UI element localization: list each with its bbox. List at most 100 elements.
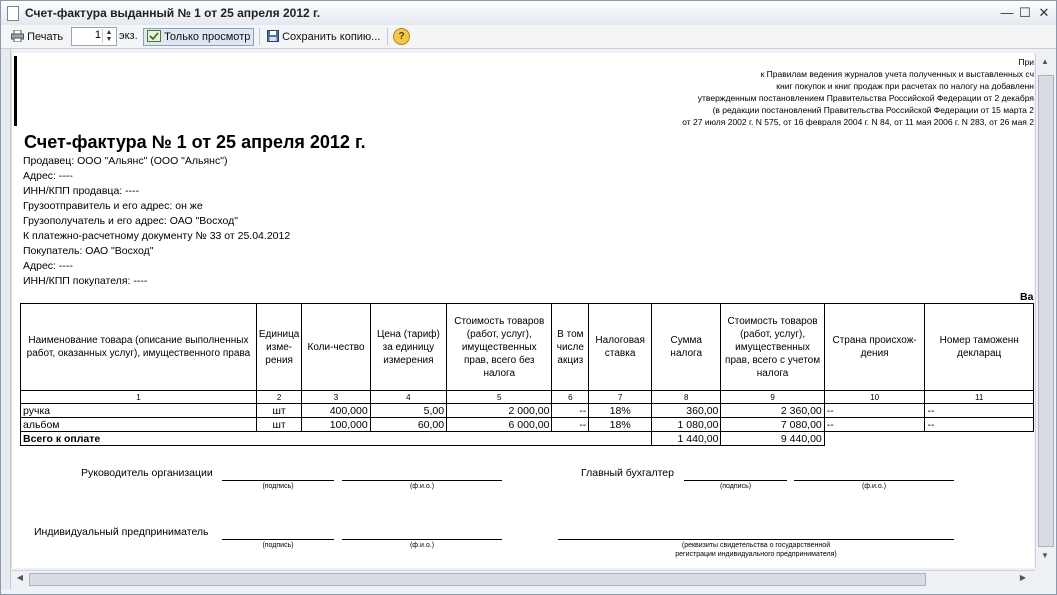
item-tax-rate: 18% [588, 417, 653, 432]
page-marker [14, 56, 17, 126]
column-header: Наименование товара (описание выполненны… [20, 303, 257, 391]
column-header: Налоговая ставка [588, 303, 653, 391]
scroll-right-icon[interactable]: ▶ [1017, 573, 1029, 585]
signature-line [222, 480, 334, 481]
item-quantity: 100,000 [301, 417, 371, 432]
column-number: 11 [924, 390, 1034, 404]
item-unit: шт [255, 403, 303, 418]
item-unit: шт [255, 417, 303, 432]
item-quantity: 400,000 [301, 403, 371, 418]
toolbar-divider [259, 28, 260, 45]
item-tax-rate: 18% [588, 403, 653, 418]
minimize-button[interactable]: — [999, 5, 1015, 20]
head-signature-label: Руководитель организации [81, 467, 213, 479]
item-price: 5,00 [369, 403, 448, 418]
toolbar-divider [387, 28, 388, 45]
vertical-scroll-thumb[interactable] [1038, 75, 1054, 547]
header-note: (в редакции постановлений Правительства … [712, 105, 1034, 115]
document-window: Счет-фактура выданный № 1 от 25 апреля 2… [0, 0, 1057, 595]
payment-doc-field: К платежно-расчетному документу № 33 от … [23, 230, 291, 242]
item-customs-declaration: -- [924, 403, 1034, 418]
copies-value: 1 [94, 29, 101, 41]
item-tax-amount: 360,00 [651, 403, 722, 418]
buyer-field: Покупатель: ОАО "Восход" [23, 245, 154, 257]
scroll-up-icon[interactable]: ▲ [1039, 57, 1051, 69]
vertical-scrollbar[interactable]: ▲ ▼ [1035, 53, 1055, 568]
scroll-down-icon[interactable]: ▼ [1039, 551, 1051, 563]
signature-caption: (подпись) [262, 483, 294, 490]
certificate-caption: (реквизиты свидетельства о государственн… [681, 542, 831, 549]
item-country: -- [823, 403, 926, 418]
column-number-row: 1 2 3 4 5 6 7 8 9 10 11 [20, 390, 1034, 404]
total-label: Всего к оплате [19, 431, 653, 446]
document-title: Счет-фактура № 1 от 25 апреля 2012 г. [24, 132, 366, 152]
item-cost-with-tax: 2 360,00 [720, 403, 825, 418]
header-note: к Правилам ведения журналов учета получе… [760, 69, 1034, 79]
name-caption: (ф.и.о.) [409, 483, 435, 490]
column-header: Сумма налога [651, 303, 722, 391]
print-button[interactable]: Печать [7, 28, 67, 46]
column-header: Единица изме-рения [255, 303, 303, 391]
column-number: 6 [551, 390, 590, 404]
name-caption: (ф.и.о.) [409, 542, 435, 549]
scroll-left-icon[interactable]: ◀ [14, 573, 26, 585]
name-caption: (ф.и.о.) [861, 483, 887, 490]
empty-cell [824, 432, 1033, 446]
help-icon[interactable]: ? [393, 28, 410, 45]
table-row: ручка шт 400,000 5,00 2 000,00 -- 18% 36… [20, 403, 1034, 418]
item-cost-no-tax: 2 000,00 [446, 403, 553, 418]
header-note: утвержденным постановлением Правительств… [697, 93, 1034, 103]
stepper-arrows-icon[interactable]: ▲ ▼ [102, 29, 115, 43]
certificate-caption: регистрации индивидуального предпринимат… [675, 551, 837, 558]
column-header: Коли-чество [301, 303, 371, 391]
column-number: 2 [255, 390, 303, 404]
column-header: Стоимость товаров (работ, услуг), имущес… [446, 303, 553, 391]
column-header: Стоимость товаров (работ, услуг), имущес… [720, 303, 825, 391]
column-number: 3 [301, 390, 371, 404]
item-price: 60,00 [369, 417, 448, 432]
column-number: 1 [20, 390, 257, 404]
horizontal-scrollbar[interactable]: ◀ ▶ [11, 570, 1035, 588]
name-line [342, 539, 502, 540]
save-copy-label: Сохранить копию... [282, 31, 381, 43]
currency-label: Ва [1020, 291, 1034, 303]
title-bar: Счет-фактура выданный № 1 от 25 апреля 2… [1, 1, 1056, 26]
view-only-label: Только просмотр [164, 31, 251, 43]
chief-accountant-label: Главный бухгалтер [581, 467, 674, 479]
item-country: -- [823, 417, 926, 432]
buyer-address-field: Адрес: ---- [23, 260, 73, 272]
shipper-field: Грузоотправитель и его адрес: он же [23, 200, 203, 212]
item-tax-amount: 1 080,00 [651, 417, 722, 432]
signature-line [684, 480, 787, 481]
copies-stepper[interactable]: 1 ▲ ▼ [71, 27, 117, 46]
header-note: книг покупок и книг продаж при расчетах … [776, 81, 1034, 91]
item-excise: -- [551, 403, 590, 418]
name-line [342, 480, 502, 481]
close-button[interactable]: ✕ [1036, 5, 1052, 20]
item-cost-with-tax: 7 080,00 [720, 417, 825, 432]
seller-field: Продавец: ООО "Альянс" (ООО "Альянс") [23, 155, 228, 167]
buyer-inn-field: ИНН/КПП покупателя: ---- [23, 275, 148, 287]
column-header: Страна происхож-дения [823, 303, 926, 391]
printer-icon [11, 29, 24, 43]
column-number: 5 [446, 390, 553, 404]
signature-caption: (подпись) [262, 542, 294, 549]
item-excise: -- [551, 417, 590, 432]
signature-line [222, 539, 334, 540]
save-icon [267, 30, 279, 42]
column-header: В том числе акциз [551, 303, 590, 391]
toolbar: Печать 1 ▲ ▼ экз. Только просмотр Сохрани… [1, 25, 1056, 49]
maximize-button[interactable]: ☐ [1017, 5, 1033, 20]
column-header: Цена (тариф) за единицу измерения [369, 303, 448, 391]
print-label: Печать [27, 31, 64, 43]
horizontal-scroll-thumb[interactable] [29, 573, 926, 586]
total-tax: 1 440,00 [651, 431, 722, 446]
seller-inn-field: ИНН/КПП продавца: ---- [23, 185, 140, 197]
column-number: 10 [823, 390, 926, 404]
item-cost-no-tax: 6 000,00 [446, 417, 553, 432]
item-name: ручка [20, 403, 257, 418]
view-only-button[interactable]: Только просмотр [143, 28, 255, 46]
header-note: При [1018, 57, 1034, 67]
save-copy-button[interactable]: Сохранить копию... [263, 28, 384, 46]
invoice-table: Наименование товара (описание выполненны… [19, 303, 1034, 446]
